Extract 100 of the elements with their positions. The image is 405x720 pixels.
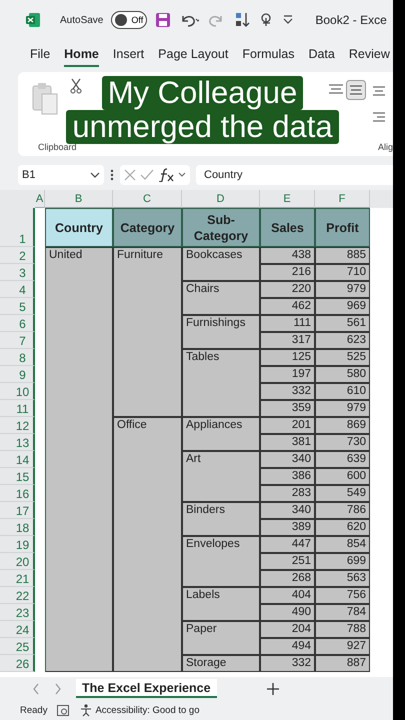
- cell-reference: B1: [22, 169, 36, 181]
- column-header[interactable]: B: [45, 190, 113, 208]
- window-title: Book2 - Exce: [315, 13, 387, 27]
- column-header[interactable]: E: [260, 190, 315, 208]
- row-header[interactable]: 9: [0, 366, 35, 383]
- column-header[interactable]: D: [182, 190, 260, 208]
- table-cell: 462: [260, 298, 315, 315]
- row-header[interactable]: 18: [0, 519, 35, 536]
- group-label: Clipboard: [38, 142, 77, 152]
- formula-field[interactable]: Country: [196, 165, 393, 185]
- table-cell: 561: [315, 315, 370, 332]
- ribbon-tab[interactable]: Page Layout: [158, 43, 228, 67]
- row-header[interactable]: 8: [0, 349, 35, 366]
- caption-text: My Colleague: [102, 76, 304, 110]
- table-cell: Appliances: [182, 417, 260, 451]
- table-cell: 580: [315, 366, 370, 383]
- scissors-icon[interactable]: [70, 78, 82, 94]
- row-header[interactable]: 7: [0, 332, 35, 349]
- align-right-icon[interactable]: [372, 110, 386, 124]
- ribbon-tab[interactable]: Home: [64, 43, 99, 67]
- table-cell: 887: [315, 655, 370, 672]
- align-top-icon[interactable]: [328, 82, 344, 96]
- add-sheet-icon[interactable]: [266, 682, 279, 694]
- autosave-toggle[interactable]: Off: [111, 11, 148, 29]
- row-header[interactable]: 17: [0, 502, 35, 519]
- sort-icon[interactable]: [235, 12, 252, 28]
- table-cell: 317: [260, 332, 315, 349]
- row-header[interactable]: 2: [0, 247, 35, 264]
- row-header[interactable]: 21: [0, 570, 35, 587]
- table-cell: 710: [315, 264, 370, 281]
- row-header[interactable]: 11: [0, 400, 35, 417]
- table-cell: Tables: [182, 349, 260, 417]
- table-cell: 447: [260, 536, 315, 553]
- more-icon[interactable]: [110, 169, 114, 181]
- table-cell: 494: [260, 638, 315, 655]
- table-cell: 784: [315, 604, 370, 621]
- table-cell: Binders: [182, 502, 260, 536]
- ribbon-tab[interactable]: Data: [308, 43, 335, 67]
- row-header[interactable]: 15: [0, 468, 35, 485]
- row-header[interactable]: 1: [0, 208, 35, 247]
- chevron-down-icon[interactable]: [90, 171, 100, 179]
- check-icon[interactable]: [140, 169, 154, 181]
- row-header[interactable]: 19: [0, 536, 35, 553]
- accessibility-status[interactable]: Accessibility: Good to go: [95, 704, 200, 716]
- row-header[interactable]: 10: [0, 383, 35, 400]
- clipboard-icon[interactable]: [32, 80, 58, 116]
- align-middle-icon[interactable]: [346, 80, 366, 100]
- camera-icon[interactable]: [57, 704, 70, 716]
- status-text: Ready: [20, 704, 48, 716]
- row-header[interactable]: 12: [0, 417, 35, 434]
- table-cell: Envelopes: [182, 536, 260, 587]
- row-header[interactable]: 3: [0, 264, 35, 281]
- table-cell: 216: [260, 264, 315, 281]
- name-box[interactable]: B1: [18, 165, 104, 185]
- column-header[interactable]: C: [113, 190, 182, 208]
- table-cell: United: [45, 247, 113, 672]
- table-cell: 786: [315, 502, 370, 519]
- row-header[interactable]: 22: [0, 587, 35, 604]
- ribbon-tab[interactable]: Formulas: [242, 43, 294, 67]
- table-cell: 969: [315, 298, 370, 315]
- table-cell: 979: [315, 281, 370, 298]
- table-cell: 563: [315, 570, 370, 587]
- table-cell: Paper: [182, 621, 260, 655]
- table-cell: 885: [315, 247, 370, 264]
- row-header[interactable]: 20: [0, 553, 35, 570]
- column-header[interactable]: A: [35, 190, 45, 208]
- table-cell: Office: [113, 417, 182, 672]
- ribbon-tab[interactable]: Insert: [112, 43, 144, 67]
- table-cell: Chairs: [182, 281, 260, 315]
- table-cell: 251: [260, 553, 315, 570]
- row-header[interactable]: 13: [0, 434, 35, 451]
- row-header[interactable]: 5: [0, 298, 35, 315]
- row-header[interactable]: 14: [0, 451, 35, 468]
- column-header[interactable]: F: [315, 190, 370, 208]
- table-cell: 525: [315, 349, 370, 366]
- row-header[interactable]: 24: [0, 621, 35, 638]
- ribbon-tab[interactable]: Review: [348, 43, 390, 67]
- sheet-tab[interactable]: The Excel Experience: [76, 679, 217, 698]
- save-icon[interactable]: [155, 12, 172, 28]
- row-header[interactable]: 23: [0, 604, 35, 621]
- accessibility-icon[interactable]: [79, 704, 94, 716]
- chevron-down-icon[interactable]: [178, 172, 186, 178]
- row-header[interactable]: 25: [0, 638, 35, 655]
- row-header[interactable]: 16: [0, 485, 35, 502]
- ribbon-tab[interactable]: File: [30, 43, 50, 67]
- row-header[interactable]: 26: [0, 655, 35, 672]
- table-cell: 438: [260, 247, 315, 264]
- row-header[interactable]: 4: [0, 281, 35, 298]
- table-cell: 788: [315, 621, 370, 638]
- function-icon[interactable]: [158, 168, 174, 182]
- table-cell: 125: [260, 349, 315, 366]
- table-cell: 111: [260, 315, 315, 332]
- table-cell: 854: [315, 536, 370, 553]
- row-header[interactable]: 6: [0, 315, 35, 332]
- table-cell: 927: [315, 638, 370, 655]
- group-label: Alig: [378, 142, 393, 152]
- formula-text: Country: [204, 169, 243, 181]
- spreadsheet-app-icon[interactable]: [26, 13, 40, 27]
- table-cell: Furnishings: [182, 315, 260, 349]
- table-cell: 623: [315, 332, 370, 349]
